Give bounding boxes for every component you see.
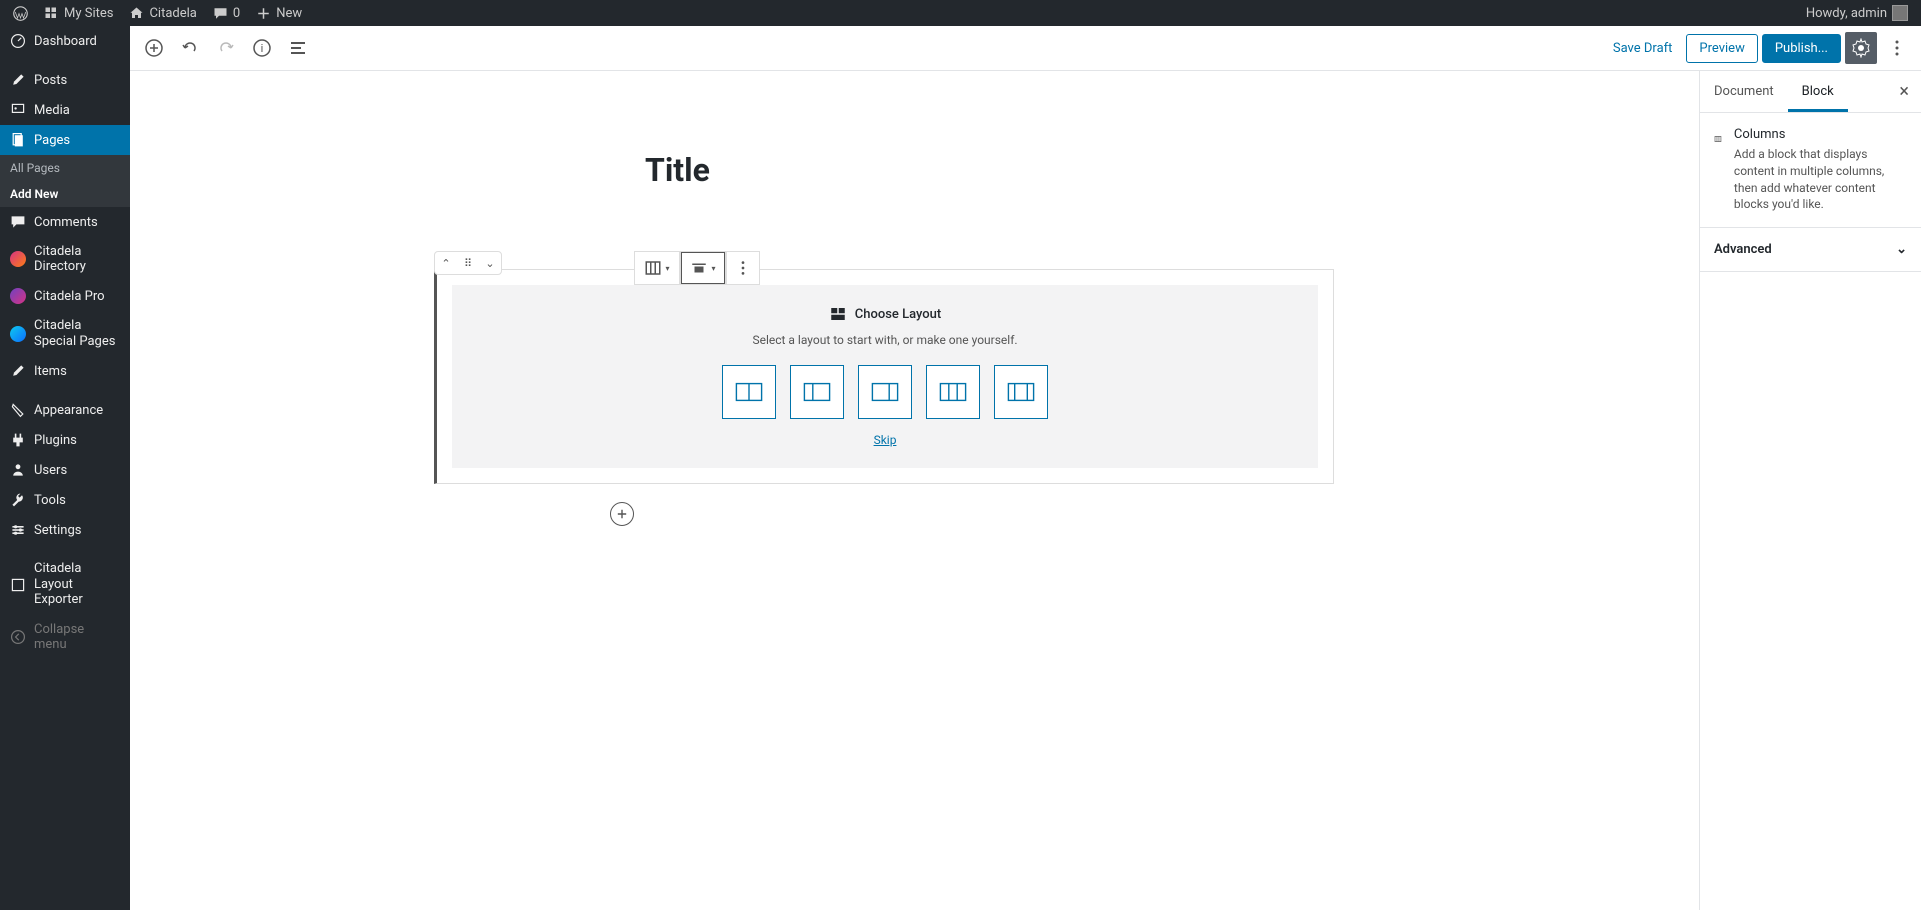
outline-button[interactable] [282,32,314,64]
collapse-menu[interactable]: Collapse menu [0,615,130,659]
settings-toggle[interactable] [1845,32,1877,64]
my-sites-link[interactable]: My Sites [39,6,118,21]
menu-media[interactable]: Media [0,95,130,125]
submenu-all-pages[interactable]: All Pages [0,155,130,181]
menu-dashboard[interactable]: Dashboard [0,26,130,56]
comments-count: 0 [233,6,240,21]
admin-sidebar: Dashboard Posts Media Pages All Pages Ad… [0,26,130,910]
howdy-label: Howdy, admin [1806,6,1887,21]
skip-link[interactable]: Skip [874,433,897,447]
menu-pages[interactable]: Pages [0,125,130,155]
block-mover: ⌃ ⠿ ⌄ [434,251,502,275]
menu-citadela-pro[interactable]: Citadela Pro [0,281,130,311]
layout-icon [829,305,847,323]
advanced-panel[interactable]: Advanced ⌄ [1700,228,1921,272]
preview-button[interactable]: Preview [1686,34,1757,63]
citadela-directory-icon [10,251,26,267]
submenu-add-new[interactable]: Add New [0,181,130,207]
block-type-button[interactable] [635,252,679,284]
menu-posts[interactable]: Posts [0,65,130,95]
move-up-button[interactable]: ⌃ [435,252,457,274]
tab-block[interactable]: Block [1788,71,1848,112]
citadela-pro-icon [10,288,26,304]
comments-link[interactable]: 0 [208,6,245,21]
columns-block[interactable]: Choose Layout Select a layout to start w… [434,269,1334,484]
menu-citadela-special[interactable]: Citadela Special Pages [0,311,130,356]
menu-items[interactable]: Items [0,356,130,386]
block-appender[interactable] [610,502,634,526]
wp-logo[interactable] [8,6,33,21]
menu-tools[interactable]: Tools [0,485,130,515]
layout-70-30[interactable] [858,365,912,419]
menu-settings[interactable]: Settings [0,515,130,545]
placeholder-desc: Select a layout to start with, or make o… [472,333,1298,347]
inspector-block-name: Columns [1734,127,1907,142]
howdy-link[interactable]: Howdy, admin [1801,5,1913,21]
block-inspector: Document Block × Columns Add a block tha… [1699,71,1921,910]
block-more-button[interactable] [727,252,759,284]
add-block-button[interactable] [138,32,170,64]
citadela-special-icon [10,326,26,342]
site-link[interactable]: Citadela [124,6,201,21]
new-label: New [276,6,302,21]
placeholder-heading: Choose Layout [855,307,942,322]
layout-50-50[interactable] [722,365,776,419]
my-sites-label: My Sites [64,6,113,21]
layout-30-70[interactable] [790,365,844,419]
redo-button [210,32,242,64]
layout-25-50-25[interactable] [994,365,1048,419]
align-button[interactable] [681,252,725,284]
menu-comments[interactable]: Comments [0,207,130,237]
more-menu-button[interactable] [1881,32,1913,64]
columns-icon [1714,127,1722,151]
new-link[interactable]: New [251,6,307,21]
move-down-button[interactable]: ⌄ [479,252,501,274]
layout-33-33-33[interactable] [926,365,980,419]
page-title[interactable]: Title [645,151,1679,189]
menu-citadela-directory[interactable]: Citadela Directory [0,237,130,281]
publish-button[interactable]: Publish... [1762,34,1841,63]
block-toolbar [634,251,760,285]
drag-handle[interactable]: ⠿ [457,252,479,274]
menu-plugins[interactable]: Plugins [0,425,130,455]
info-button[interactable]: i [246,32,278,64]
undo-button[interactable] [174,32,206,64]
close-inspector[interactable]: × [1887,71,1921,112]
svg-text:i: i [261,42,264,55]
tab-document[interactable]: Document [1700,71,1788,112]
chevron-down-icon: ⌄ [1896,242,1907,257]
inspector-block-desc: Add a block that displays content in mul… [1734,146,1907,213]
menu-layout-exporter[interactable]: Citadela Layout Exporter [0,554,130,615]
site-name: Citadela [149,6,196,21]
avatar [1892,5,1908,21]
menu-users[interactable]: Users [0,455,130,485]
menu-appearance[interactable]: Appearance [0,395,130,425]
save-draft-button[interactable]: Save Draft [1603,35,1683,62]
